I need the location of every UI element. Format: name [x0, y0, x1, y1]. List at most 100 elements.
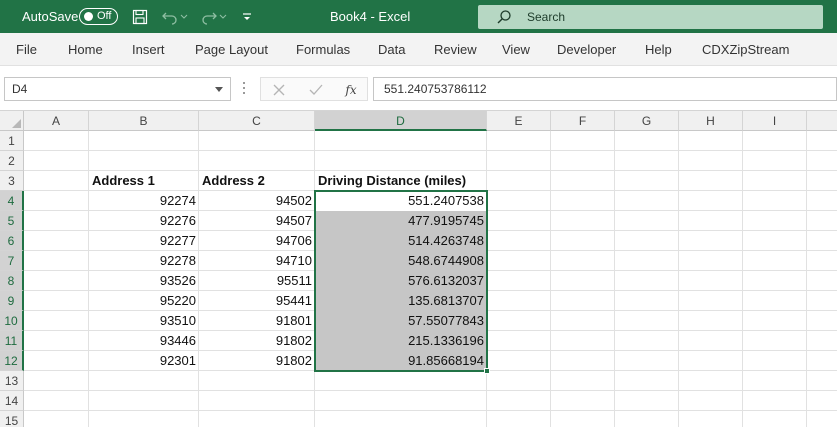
row-header-14[interactable]: 14: [0, 391, 24, 411]
cell-address-2[interactable]: 94507: [199, 211, 315, 231]
chevron-down-icon[interactable]: [215, 87, 223, 92]
fill-handle[interactable]: [484, 368, 490, 374]
gridline-vertical: [742, 131, 743, 427]
tab-view[interactable]: View: [502, 42, 530, 57]
cell-address-1[interactable]: 93446: [89, 331, 199, 351]
column-header-h[interactable]: H: [679, 111, 743, 131]
gridline-vertical: [806, 131, 807, 427]
row-header-8[interactable]: 8: [0, 271, 24, 291]
column-header-b[interactable]: B: [89, 111, 199, 131]
cell-address-1[interactable]: 92278: [89, 251, 199, 271]
dot: [243, 82, 245, 84]
autosave-state: Off: [97, 10, 112, 22]
tab-cdxzipstream[interactable]: CDXZipStream: [702, 42, 789, 57]
cell-address-2[interactable]: 91802: [199, 351, 315, 371]
column-header-i[interactable]: I: [743, 111, 807, 131]
row-header-2[interactable]: 2: [0, 151, 24, 171]
autosave-label: AutoSave: [22, 9, 79, 24]
gridline-horizontal: [24, 390, 837, 391]
cell-address-2[interactable]: 91802: [199, 331, 315, 351]
formula-buttons: fx: [260, 77, 368, 101]
column-header-partial[interactable]: [807, 111, 837, 131]
ribbon-tabs: File Home Insert Page Layout Formulas Da…: [0, 33, 837, 66]
gridline-horizontal: [24, 410, 837, 411]
row-header-5[interactable]: 5: [0, 211, 24, 231]
row-header-11[interactable]: 11: [0, 331, 24, 351]
tab-help[interactable]: Help: [645, 42, 672, 57]
gridline-vertical: [678, 131, 679, 427]
cell-address-1[interactable]: 92277: [89, 231, 199, 251]
cell-address-2[interactable]: 94502: [199, 191, 315, 211]
column-header-g[interactable]: G: [615, 111, 679, 131]
toggle-knob: [84, 12, 93, 21]
row-header-10[interactable]: 10: [0, 311, 24, 331]
column-header-d[interactable]: D: [315, 111, 487, 131]
column-header-c[interactable]: C: [199, 111, 315, 131]
select-all-button[interactable]: [0, 111, 24, 131]
column-header-f[interactable]: F: [551, 111, 615, 131]
row-header-7[interactable]: 7: [0, 251, 24, 271]
dot: [243, 92, 245, 94]
close-icon[interactable]: [269, 81, 289, 99]
row-header-9[interactable]: 9: [0, 291, 24, 311]
gridline-vertical: [614, 131, 615, 427]
name-box-value: D4: [12, 82, 28, 96]
cell-address-2[interactable]: 94710: [199, 251, 315, 271]
row-header-6[interactable]: 6: [0, 231, 24, 251]
cell-address-1[interactable]: 92276: [89, 211, 199, 231]
search-placeholder: Search: [527, 10, 566, 24]
selection-border: [314, 190, 488, 372]
formula-input[interactable]: 551.240753786112: [373, 77, 837, 101]
header-driving-distance[interactable]: Driving Distance (miles): [315, 171, 505, 191]
tab-developer[interactable]: Developer: [557, 42, 616, 57]
row-header-15[interactable]: 15: [0, 411, 24, 427]
select-all-icon: [12, 119, 21, 128]
name-box[interactable]: D4: [4, 77, 231, 101]
search-icon: [496, 9, 512, 28]
row-header-1[interactable]: 1: [0, 131, 24, 151]
gridline-vertical: [550, 131, 551, 427]
check-icon[interactable]: [306, 81, 326, 99]
title-bar: AutoSave Off Book4 - Excel Search: [0, 0, 837, 33]
cell-address-2[interactable]: 95511: [199, 271, 315, 291]
row-header-4[interactable]: 4: [0, 191, 24, 211]
redo-dropdown-icon[interactable]: [218, 7, 228, 27]
row-header-13[interactable]: 13: [0, 371, 24, 391]
tab-formulas[interactable]: Formulas: [296, 42, 350, 57]
tab-page-layout[interactable]: Page Layout: [195, 42, 268, 57]
save-icon[interactable]: [130, 7, 150, 27]
column-header-e[interactable]: E: [487, 111, 551, 131]
cell-address-2[interactable]: 95441: [199, 291, 315, 311]
undo-dropdown-icon[interactable]: [179, 7, 189, 27]
undo-icon[interactable]: [160, 7, 180, 27]
cell-address-1[interactable]: 93526: [89, 271, 199, 291]
redo-icon[interactable]: [199, 7, 219, 27]
header-address-2[interactable]: Address 2: [199, 171, 315, 191]
tab-data[interactable]: Data: [378, 42, 405, 57]
worksheet-grid[interactable]: A B C D E F G H I 1 2 3 4 5 6 7 8 9 10 1…: [0, 111, 837, 427]
cell-address-1[interactable]: 92274: [89, 191, 199, 211]
row-header-3[interactable]: 3: [0, 171, 24, 191]
gridline-horizontal: [24, 150, 837, 151]
tab-file[interactable]: File: [16, 42, 37, 57]
column-header-a[interactable]: A: [24, 111, 89, 131]
insert-function-button[interactable]: fx: [341, 81, 361, 99]
customize-toolbar-icon[interactable]: [237, 7, 257, 27]
cell-address-2[interactable]: 94706: [199, 231, 315, 251]
cell-address-1[interactable]: 95220: [89, 291, 199, 311]
formula-bar: D4 fx 551.240753786112: [0, 66, 837, 111]
autosave-toggle[interactable]: Off: [79, 8, 118, 25]
row-header-12[interactable]: 12: [0, 351, 24, 371]
tab-insert[interactable]: Insert: [132, 42, 165, 57]
cell-address-1[interactable]: 92301: [89, 351, 199, 371]
header-address-1[interactable]: Address 1: [89, 171, 199, 191]
dot: [243, 87, 245, 89]
tab-home[interactable]: Home: [68, 42, 103, 57]
document-title: Book4 - Excel: [330, 9, 411, 24]
formula-value: 551.240753786112: [384, 82, 487, 96]
cell-address-2[interactable]: 91801: [199, 311, 315, 331]
tab-review[interactable]: Review: [434, 42, 477, 57]
drag-handle-icon[interactable]: [243, 80, 246, 96]
search-box[interactable]: Search: [478, 5, 823, 29]
cell-address-1[interactable]: 93510: [89, 311, 199, 331]
